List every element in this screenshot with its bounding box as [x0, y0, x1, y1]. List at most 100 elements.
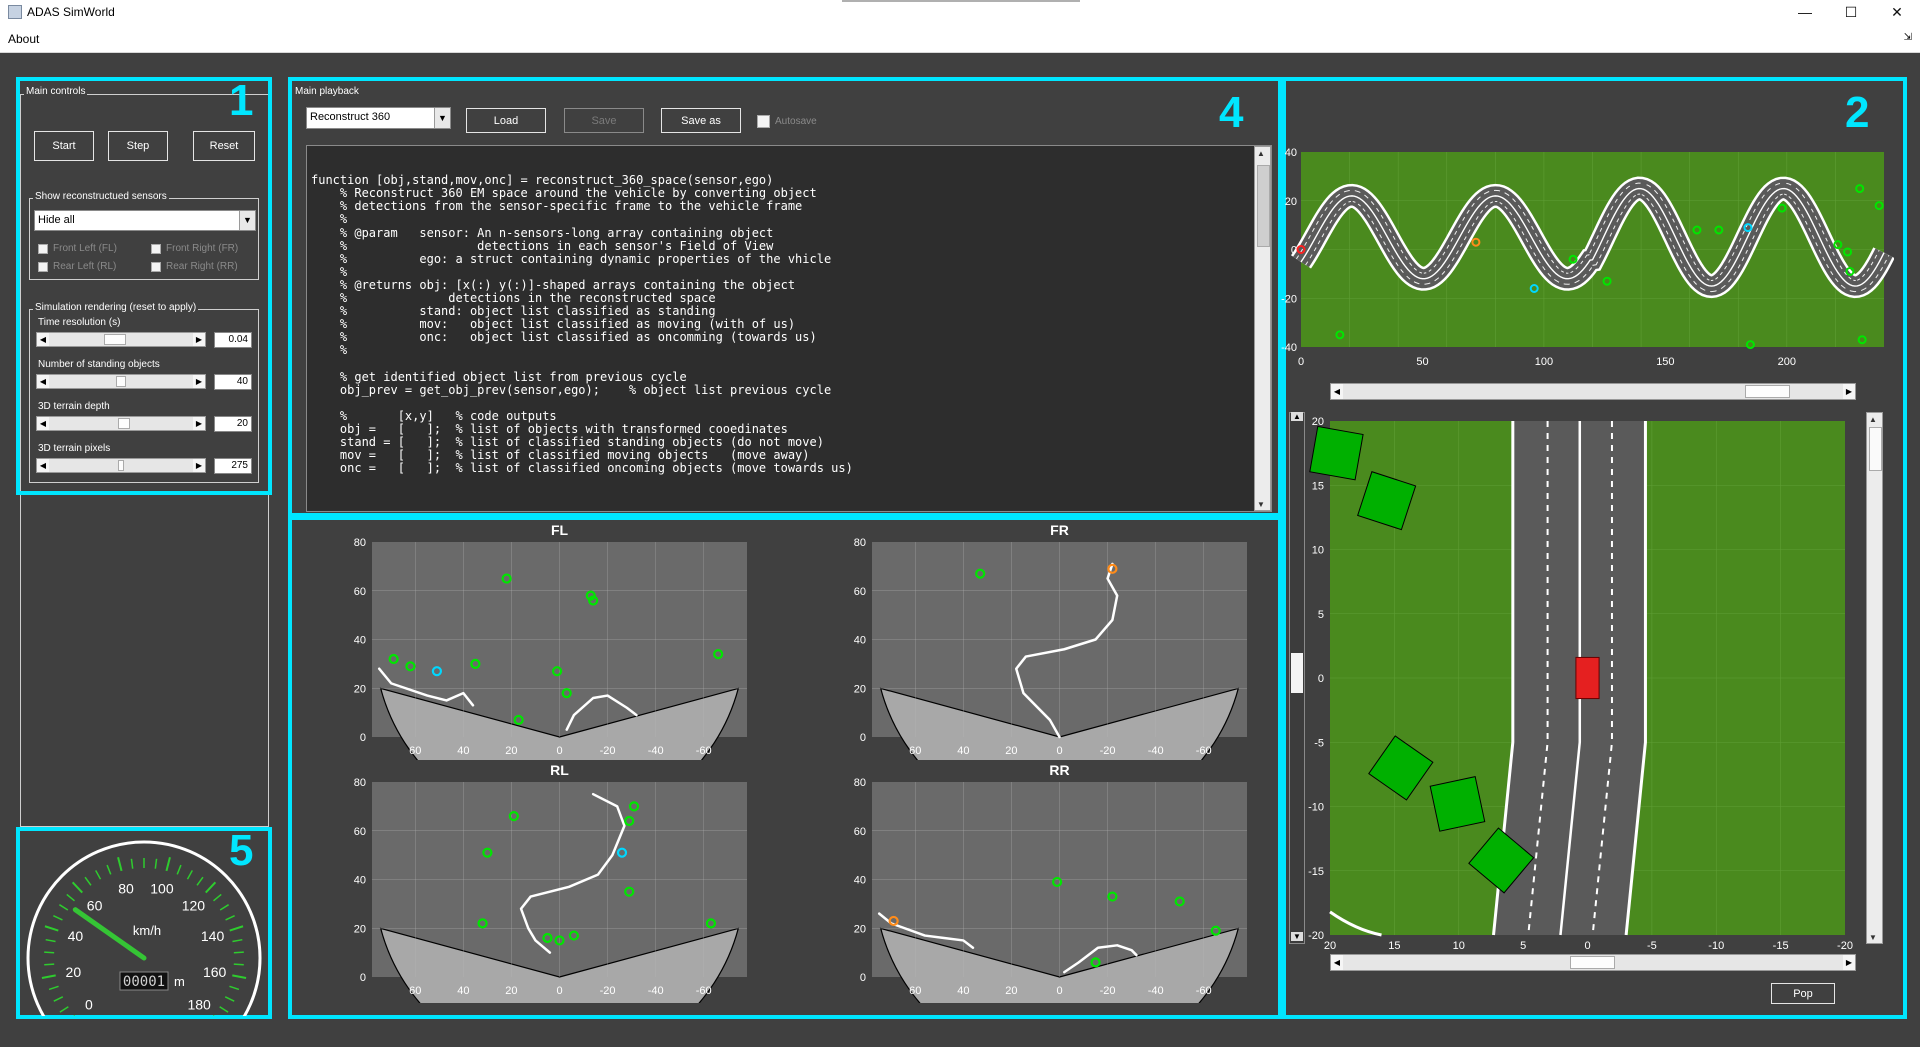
slider-right-icon[interactable]: ▶: [193, 375, 205, 388]
x-tick-label: 20: [1005, 985, 1017, 997]
plot-title: FL: [551, 522, 569, 538]
speedometer: 020 4060 80 100 120 140 160 180 km/h 00001 m: [26, 840, 262, 1016]
x-tick-label: -40: [1148, 745, 1164, 757]
slider-left-icon[interactable]: ◀: [37, 333, 49, 346]
x-tick-label: -10: [1708, 940, 1724, 952]
slider-right-icon[interactable]: ▶: [193, 333, 205, 346]
gauge-tick: [53, 915, 63, 921]
y-tick-label: 60: [354, 586, 366, 598]
checkbox-rl[interactable]: [38, 262, 48, 272]
checkbox-fl-label: Front Left (FL): [53, 243, 117, 254]
sensors-select[interactable]: Hide all ▼: [34, 210, 256, 231]
checkbox-fr[interactable]: [151, 244, 161, 254]
x-tick-label: -20: [1837, 940, 1853, 952]
birdview-right-scrollbar[interactable]: ▲ ▼: [1866, 412, 1883, 944]
gauge-tick: [186, 870, 193, 880]
scroll-thumb[interactable]: [1570, 956, 1615, 969]
dock-icon[interactable]: ⇲: [1904, 32, 1912, 43]
autosave-checkbox[interactable]: [757, 115, 770, 128]
slider-thumb[interactable]: [103, 334, 126, 345]
odometer-unit: m: [174, 974, 185, 989]
scroll-right-icon[interactable]: ▶: [1843, 955, 1855, 970]
pop-button[interactable]: Pop: [1771, 983, 1835, 1004]
overview-map: 0 50 100 150 20040200-20-40: [1281, 147, 1894, 368]
scroll-down-icon[interactable]: ▼: [1257, 500, 1265, 509]
code-line: %: [311, 264, 348, 279]
standing-object: [1309, 425, 1364, 481]
slider-thumb[interactable]: [116, 376, 126, 387]
code-line: onc = [ ]; % list of classified oncoming…: [311, 461, 853, 476]
code-line: obj_prev = get_obj_prev(sensor,ego); % o…: [311, 382, 832, 397]
y-tick-label: 10: [1312, 545, 1324, 557]
scroll-right-icon[interactable]: ▶: [1843, 384, 1855, 399]
playback-select-value: Reconstruct 360: [310, 111, 391, 123]
gauge-label: 20: [66, 964, 82, 980]
time-res-value[interactable]: 0.04: [214, 332, 252, 348]
x-tick-label: -60: [696, 745, 712, 757]
save-as-button[interactable]: Save as: [661, 108, 741, 133]
menu-about[interactable]: About: [8, 32, 39, 46]
window-title: ADAS SimWorld: [27, 5, 115, 19]
chevron-down-icon[interactable]: ▼: [239, 211, 255, 230]
code-scrollbar[interactable]: ▲ ▼: [1254, 146, 1271, 511]
scroll-thumb[interactable]: [1869, 427, 1882, 471]
save-button[interactable]: Save: [564, 108, 644, 133]
close-icon[interactable]: ✕: [1874, 0, 1920, 26]
time-res-slider[interactable]: ◀ ▶: [36, 332, 206, 347]
minimize-icon[interactable]: —: [1782, 0, 1828, 26]
code-line: %: [311, 212, 348, 227]
depth-slider[interactable]: ◀ ▶: [36, 416, 206, 431]
pixels-value[interactable]: 275: [214, 458, 252, 474]
gauge-tick: [205, 881, 217, 894]
standing-slider[interactable]: ◀ ▶: [36, 374, 206, 389]
start-button[interactable]: Start: [34, 131, 94, 161]
x-tick-label: 15: [1388, 940, 1400, 952]
slider-left-icon[interactable]: ◀: [37, 417, 49, 430]
slider-thumb[interactable]: [118, 460, 124, 471]
standing-value[interactable]: 40: [214, 374, 252, 390]
depth-value[interactable]: 20: [214, 416, 252, 432]
scroll-up-icon[interactable]: ▲: [1869, 415, 1877, 424]
time-res-label: Time resolution (s): [38, 317, 121, 328]
gauge-tick: [213, 893, 222, 902]
step-button[interactable]: Step: [108, 131, 168, 161]
code-lines: function [obj,stand,mov,onc] = reconstru…: [311, 174, 1267, 475]
chevron-down-icon[interactable]: ▼: [434, 108, 450, 128]
x-tick-label: 60: [909, 745, 921, 757]
playback-select[interactable]: Reconstruct 360 ▼: [306, 107, 451, 129]
overview-scrollbar[interactable]: ◀ ▶: [1330, 383, 1856, 400]
scroll-left-icon[interactable]: ◀: [1331, 955, 1343, 970]
scroll-thumb[interactable]: [1745, 385, 1790, 398]
scroll-thumb[interactable]: [1257, 165, 1270, 247]
checkbox-rr[interactable]: [151, 262, 161, 272]
scroll-down-icon[interactable]: ▼: [1869, 933, 1877, 942]
x-tick-label: 0: [1584, 940, 1590, 952]
load-button[interactable]: Load: [466, 108, 546, 133]
checkbox-fl[interactable]: [38, 244, 48, 254]
maximize-icon[interactable]: ☐: [1828, 0, 1874, 26]
slider-left-icon[interactable]: ◀: [37, 375, 49, 388]
code-editor[interactable]: function [obj,stand,mov,onc] = reconstru…: [306, 145, 1272, 512]
gauge-tick: [106, 864, 112, 875]
gauge-tick: [45, 938, 56, 943]
scroll-left-icon[interactable]: ◀: [1331, 384, 1343, 399]
pixels-slider[interactable]: ◀ ▶: [36, 458, 206, 473]
slider-right-icon[interactable]: ▶: [193, 417, 205, 430]
y-tick-label: 5: [1318, 609, 1324, 621]
x-tick-label: -60: [1196, 745, 1212, 757]
slider-left-icon[interactable]: ◀: [37, 459, 49, 472]
slider-right-icon[interactable]: ▶: [193, 459, 205, 472]
gauge-tick: [44, 963, 55, 966]
x-tick-label: 60: [909, 985, 921, 997]
y-tick-label: 15: [1312, 480, 1324, 492]
birdview-h-scrollbar[interactable]: ◀ ▶: [1330, 954, 1856, 971]
gauge-tick: [48, 985, 59, 991]
gauge-label: 140: [201, 928, 225, 944]
sensors-group-label: Show reconstructued sensors: [33, 191, 169, 202]
slider-thumb[interactable]: [117, 418, 130, 429]
reset-button[interactable]: Reset: [193, 131, 255, 161]
scroll-up-icon[interactable]: ▲: [1257, 149, 1265, 158]
x-tick-label: 40: [457, 745, 469, 757]
pixels-label: 3D terrain pixels: [38, 443, 111, 454]
y-tick-label: -40: [1281, 342, 1297, 354]
